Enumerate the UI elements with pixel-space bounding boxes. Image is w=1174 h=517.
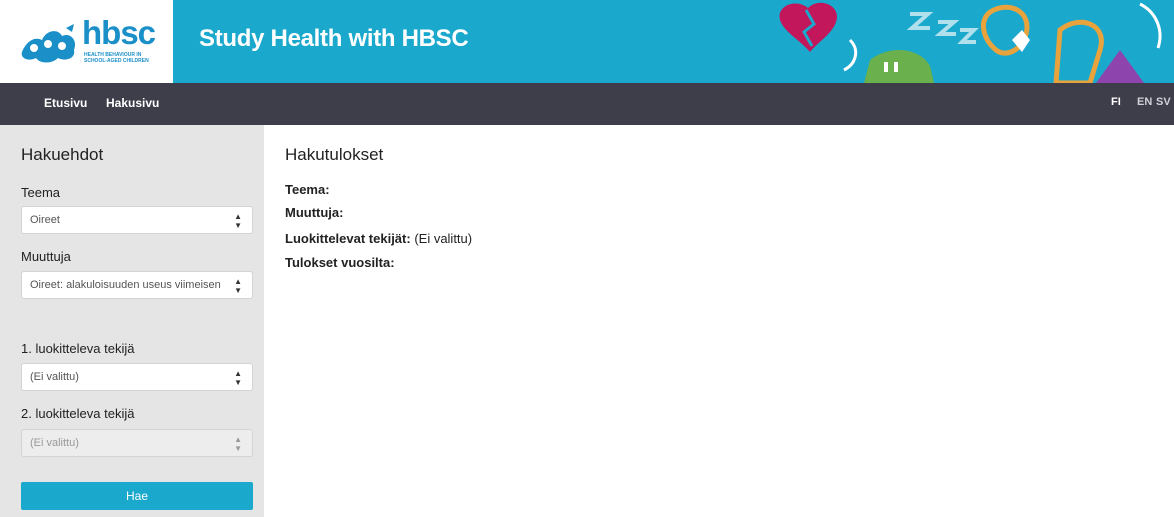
main-navigation: Etusivu Hakusivu FI EN SV <box>0 83 1174 125</box>
language-fi[interactable]: FI <box>1111 97 1121 108</box>
variable-label: Muuttuja <box>21 249 71 264</box>
result-factors-value: (Ei valittu) <box>410 231 473 246</box>
result-theme-label: Teema: <box>285 182 330 197</box>
results-title: Hakutulokset <box>285 145 384 164</box>
select-arrows-icon: ▲ ▼ <box>234 277 242 295</box>
logo-subtitle: HEALTH BEHAVIOUR IN SCHOOL-AGED CHILDREN <box>84 52 149 64</box>
factor2-select-value: (Ei valittu) <box>30 437 79 449</box>
factor2-label: 2. luokitteleva tekijä <box>21 406 135 421</box>
result-variable: Muuttuja: <box>285 206 343 219</box>
result-theme: Teema: <box>285 183 330 196</box>
theme-label: Teema <box>21 185 61 200</box>
site-title: Study Health with HBSC <box>199 25 469 52</box>
result-factors: Luokittelevat tekijät: (Ei valittu) <box>285 232 472 245</box>
logo[interactable]: hbsc HEALTH BEHAVIOUR IN SCHOOL-AGED CHI… <box>0 0 173 83</box>
result-variable-label: Muuttuja: <box>285 205 344 220</box>
language-sv[interactable]: SV <box>1156 97 1171 108</box>
select-arrows-icon: ▲ ▼ <box>234 369 242 387</box>
result-years: Tulokset vuosilta: <box>285 256 395 269</box>
site-header: hbsc HEALTH BEHAVIOUR IN SCHOOL-AGED CHI… <box>0 0 1174 83</box>
factor1-label: 1. luokitteleva tekijä <box>21 341 135 356</box>
nav-item-search[interactable]: Hakusivu <box>106 97 159 109</box>
result-factors-label: Luokittelevat tekijät: <box>285 231 411 246</box>
select-arrows-icon: ▲ ▼ <box>234 212 242 230</box>
nav-item-home[interactable]: Etusivu <box>44 97 87 109</box>
language-en[interactable]: EN <box>1137 97 1152 108</box>
select-arrows-icon: ▲ ▼ <box>234 435 242 453</box>
logo-wordmark: hbsc <box>82 14 156 51</box>
factor1-select[interactable]: (Ei valittu) ▲ ▼ <box>21 363 253 391</box>
header-illustration-icon <box>779 2 1162 83</box>
search-criteria-panel: Hakuehdot Teema Oireet ▲ ▼ Muuttuja Oiree… <box>0 125 264 517</box>
theme-select-value: Oireet <box>30 214 60 226</box>
factor1-select-value: (Ei valittu) <box>30 371 79 383</box>
theme-select[interactable]: Oireet ▲ ▼ <box>21 206 253 234</box>
search-criteria-title: Hakuehdot <box>21 145 104 164</box>
variable-select-value: Oireet: alakuloisuuden useus viimeisen <box>30 279 221 291</box>
search-button[interactable]: Hae <box>21 482 253 510</box>
variable-select[interactable]: Oireet: alakuloisuuden useus viimeisen ▲… <box>21 271 253 299</box>
hbsc-logo-icon <box>21 24 76 63</box>
factor2-select[interactable]: (Ei valittu) ▲ ▼ <box>21 429 253 457</box>
result-years-label: Tulokset vuosilta: <box>285 255 395 270</box>
